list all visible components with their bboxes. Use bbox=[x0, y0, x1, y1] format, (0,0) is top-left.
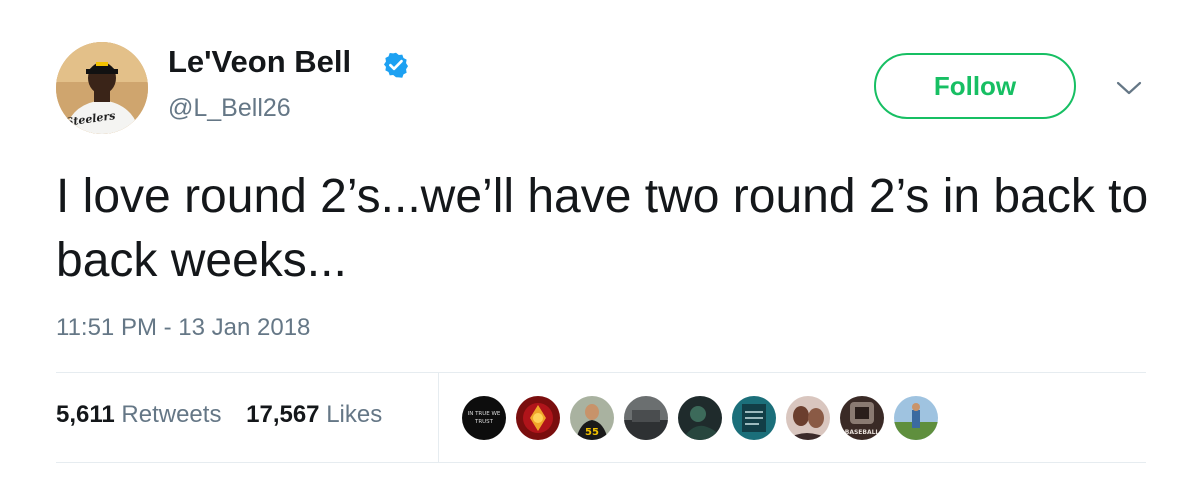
liker-avatar-7[interactable] bbox=[784, 394, 832, 442]
stats-separator bbox=[438, 373, 439, 462]
divider bbox=[56, 372, 1146, 373]
liker-avatar-5[interactable] bbox=[676, 394, 724, 442]
liker-avatar-8[interactable]: BASEBALL bbox=[838, 394, 886, 442]
liker-3-jersey-number: 55 bbox=[585, 427, 599, 438]
liker-avatar-3[interactable]: 55 bbox=[568, 394, 616, 442]
liker-avatar-4[interactable] bbox=[622, 394, 670, 442]
tweet-timestamp[interactable]: 11:51 PM - 13 Jan 2018 bbox=[56, 314, 310, 342]
liker-1-text-1: IN TRUE WE bbox=[468, 411, 501, 417]
retweets-count: 5,611 bbox=[56, 401, 115, 428]
retweets-label: Retweets bbox=[121, 401, 222, 428]
author-avatar[interactable]: Steelers bbox=[56, 42, 148, 134]
likes-label: Likes bbox=[326, 401, 383, 428]
tweet-text: I love round 2’s...we’ll have two round … bbox=[56, 170, 1149, 287]
liker-avatar-9[interactable] bbox=[892, 394, 940, 442]
likes-stat[interactable]: 17,567 Likes bbox=[246, 401, 382, 428]
liker-avatar-1[interactable]: IN TRUE WE TRUST bbox=[460, 394, 508, 442]
retweets-stat[interactable]: 5,611 Retweets bbox=[56, 401, 221, 428]
verified-badge-icon bbox=[383, 52, 409, 78]
tweet-stats: 5,611 Retweets 17,567 Likes bbox=[56, 401, 400, 429]
likes-count: 17,567 bbox=[246, 401, 320, 428]
liker-avatar-2[interactable] bbox=[514, 394, 562, 442]
liker-1-text-2: TRUST bbox=[474, 419, 494, 425]
divider bbox=[56, 462, 1146, 463]
liker-avatar-6[interactable] bbox=[730, 394, 778, 442]
author-handle[interactable]: @L_Bell26 bbox=[168, 94, 291, 123]
chevron-down-icon[interactable] bbox=[1114, 78, 1144, 98]
author-display-name[interactable]: Le'Veon Bell bbox=[168, 44, 351, 80]
liker-8-text: BASEBALL bbox=[845, 429, 880, 436]
follow-button[interactable]: Follow bbox=[874, 53, 1076, 119]
